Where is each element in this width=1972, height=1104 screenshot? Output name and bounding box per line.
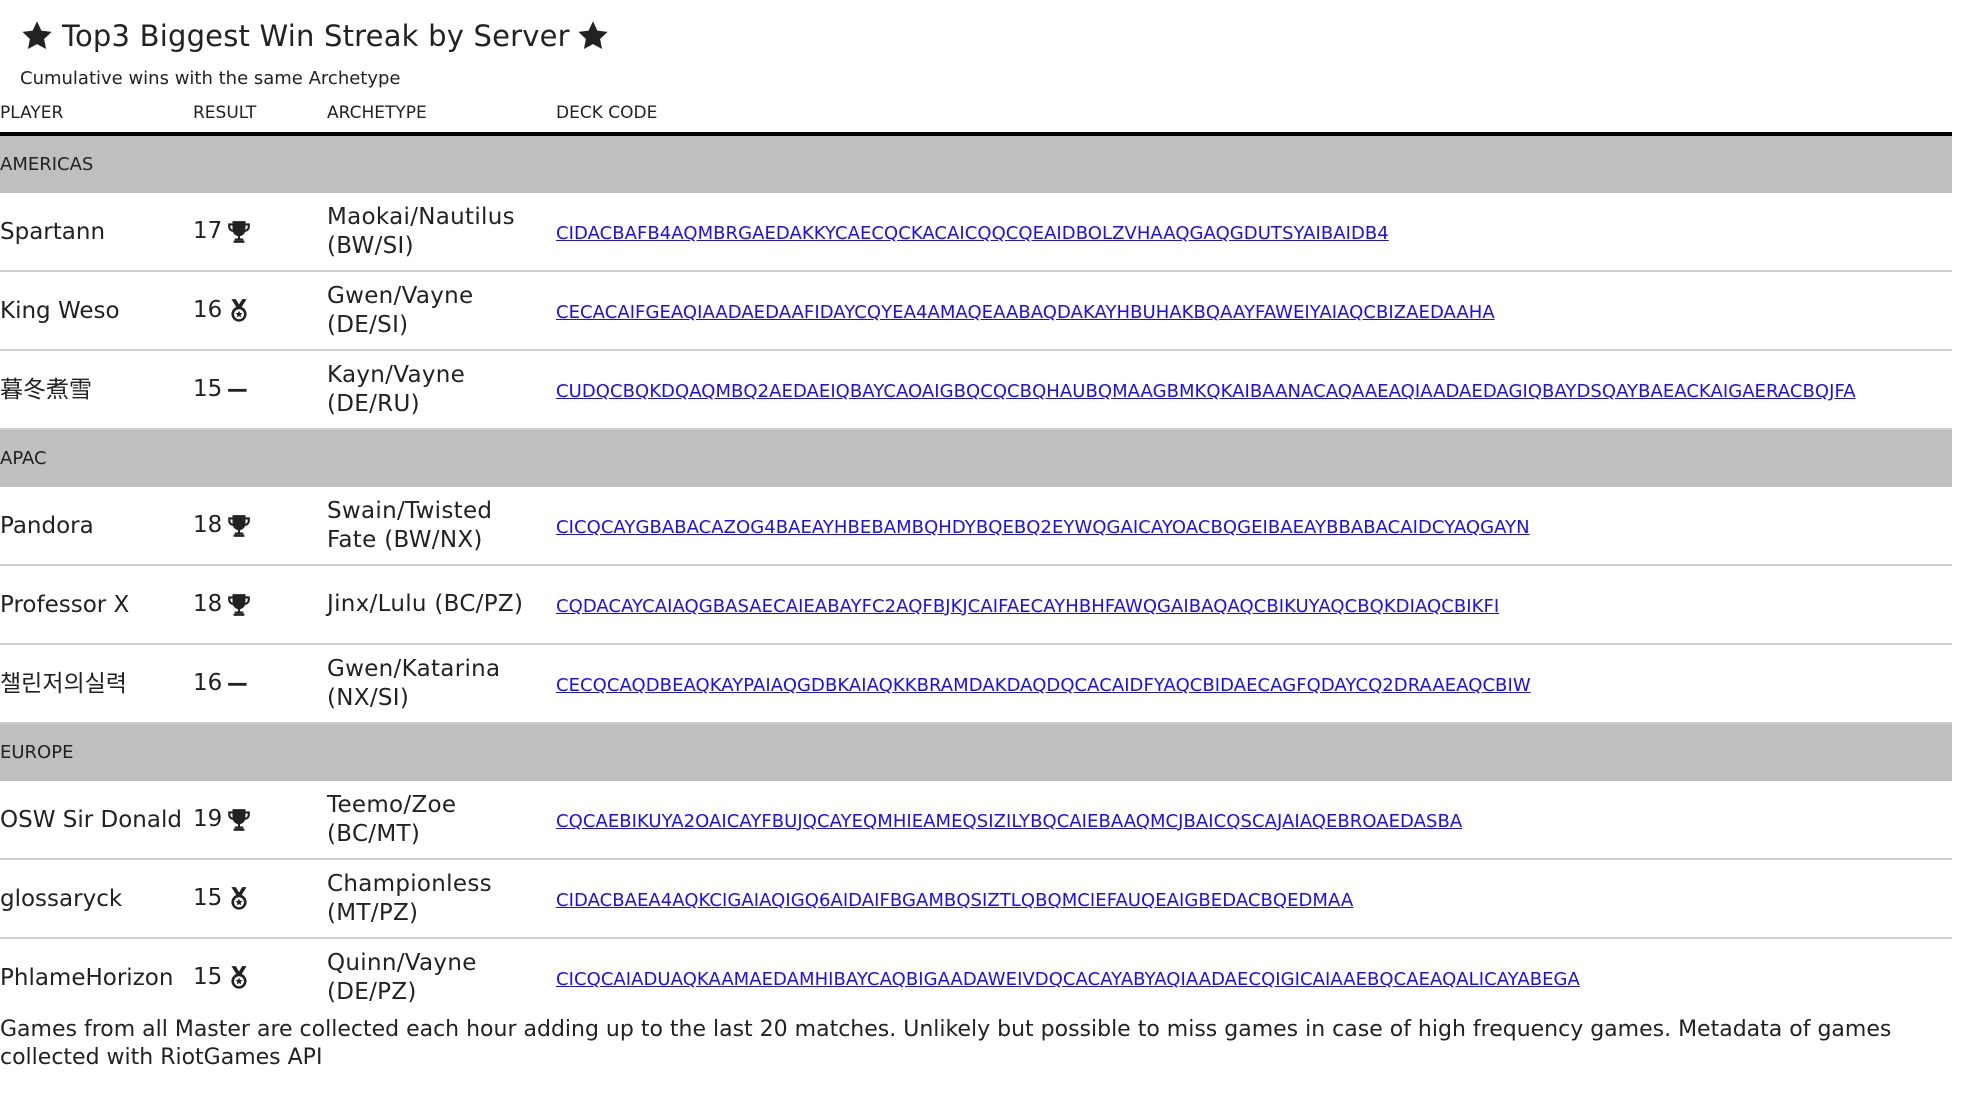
result-value: 16 — [193, 670, 223, 697]
result-cell: 19 — [183, 781, 317, 860]
deck-code-cell: CUDQCBQKDQAQMBQ2AEDAEIQBAYCAOAIGBQCQCBQH… — [546, 350, 1952, 430]
table-row: glossaryck 15 Championless (MT/PZ) CIDACBAE… — [0, 859, 1952, 939]
trophy-icon — [226, 219, 252, 245]
table-row: Spartann 17 Maokai/Nautilus (BW/SI) CIDACBA… — [0, 193, 1952, 272]
deck-code-link[interactable]: CIDACBAFB4AQMBRGAEDAKKYCAECQCKACAICQQCQE… — [556, 223, 1389, 244]
deck-code-link[interactable]: CECACAIFGEAQIAADAEDAAFIDAYCQYEA4AMAQEAAB… — [556, 302, 1495, 323]
deck-code-link[interactable]: CECQCAQDBEAQKAYPAIAQGDBKAIAQKKBRAMDAKDAQ… — [556, 675, 1531, 696]
player-name: 暮冬煮雪 — [0, 350, 183, 430]
archetype-name: Quinn/Vayne (DE/PZ) — [327, 949, 477, 1005]
win-streak-table: PLAYER RESULT ARCHETYPE DECK CODE AMERIC… — [0, 94, 1952, 1016]
server-name: APAC — [0, 429, 1952, 487]
server-section-row: EUROPE — [0, 723, 1952, 781]
deck-code-link[interactable]: CQDACAYCAIAQGBASAECAIEABAYFC2AQFBJKJCAIF… — [556, 596, 1499, 617]
server-name: AMERICAS — [0, 134, 1952, 193]
table-row: 暮冬煮雪 15 Kayn/Vayne (DE/RU) CUDQCBQKDQAQMBQ2… — [0, 350, 1952, 430]
medal-icon — [226, 298, 252, 324]
player-name: OSW Sir Donald — [0, 781, 183, 860]
server-name: EUROPE — [0, 723, 1952, 781]
deck-code-cell: CICQCAIADUAQKAAMAEDAMHIBAYCAQBIGAADAWEIV… — [546, 938, 1952, 1016]
result-cell: 16 — [183, 271, 317, 351]
table-row: King Weso 16 Gwen/Vayne (DE/SI) CECACAIFGEA… — [0, 271, 1952, 351]
column-header-archetype: ARCHETYPE — [317, 94, 546, 136]
result-value: 15 — [193, 885, 223, 912]
table-header-row: PLAYER RESULT ARCHETYPE DECK CODE — [0, 94, 1952, 136]
deck-code-cell: CQDACAYCAIAQGBASAECAIEABAYFC2AQFBJKJCAIF… — [546, 565, 1952, 645]
deck-code-cell: CIDACBAEA4AQKCIGAIAQIGQ6AIDAIFBGAMBQSIZT… — [546, 859, 1952, 939]
archetype-name: Kayn/Vayne (DE/RU) — [317, 350, 546, 430]
trophy-icon — [226, 807, 252, 833]
result-cell: 15 — [183, 859, 317, 939]
trophy-icon — [226, 592, 252, 618]
deck-code-cell: CQCAEBIKUYA2OAICAYFBUJQCAYEQMHIEAMEQSIZI… — [546, 781, 1952, 860]
result-cell: 15 — [183, 350, 317, 430]
player-name: Spartann — [0, 193, 183, 272]
server-section-row: APAC — [0, 429, 1952, 487]
dash-icon — [226, 377, 252, 403]
deck-code-link[interactable]: CICQCAYGBABACAZOG4BAEAYHBEBAMBQHDYBQEBQ2… — [556, 517, 1530, 538]
player-name: King Weso — [0, 271, 183, 351]
medal-icon — [226, 886, 252, 912]
player-name: 챌린저의실력 — [0, 644, 183, 724]
archetype-name: Championless (MT/PZ) — [317, 859, 546, 939]
archetype-name: Gwen/Vayne (DE/SI) — [317, 271, 546, 351]
page-subtitle: Cumulative wins with the same Archetype — [20, 68, 401, 89]
column-header-player: PLAYER — [0, 94, 183, 136]
result-value: 16 — [193, 297, 223, 324]
deck-code-link[interactable]: CICQCAIADUAQKAAMAEDAMHIBAYCAQBIGAADAWEIV… — [556, 969, 1580, 990]
deck-code-cell: CECQCAQDBEAQKAYPAIAQGDBKAIAQKKBRAMDAKDAQ… — [546, 644, 1952, 724]
result-cell: 18 — [183, 487, 317, 566]
archetype-name: Maokai/Nautilus (BW/SI) — [317, 193, 546, 272]
deck-code-cell: CICQCAYGBABACAZOG4BAEAYHBEBAMBQHDYBQEBQ2… — [546, 487, 1952, 566]
table-row: Pandora 18 Swain/Twisted Fate (BW/NX) CICQC… — [0, 487, 1952, 566]
column-header-result: RESULT — [183, 94, 317, 136]
result-cell: 15 — [183, 938, 317, 1016]
deck-code-link[interactable]: CIDACBAEA4AQKCIGAIAQIGQ6AIDAIFBGAMBQSIZT… — [556, 890, 1353, 911]
deck-code-link[interactable]: CQCAEBIKUYA2OAICAYFBUJQCAYEQMHIEAMEQSIZI… — [556, 811, 1462, 832]
player-name: Professor X — [0, 565, 183, 645]
result-value: 18 — [193, 591, 223, 618]
result-value: 19 — [193, 806, 223, 833]
deck-code-link[interactable]: CUDQCBQKDQAQMBQ2AEDAEIQBAYCAOAIGBQCQCBQH… — [556, 381, 1856, 402]
star-icon — [576, 19, 610, 53]
deck-code-cell: CIDACBAFB4AQMBRGAEDAKKYCAECQCKACAICQQCQE… — [546, 193, 1952, 272]
archetype-name: Teemo/Zoe (BC/MT) — [317, 781, 546, 860]
dash-icon — [226, 671, 252, 697]
page-title: Top3 Biggest Win Streak by Server — [20, 14, 1972, 58]
trophy-icon — [226, 513, 252, 539]
archetype-name: Swain/Twisted Fate (BW/NX) — [317, 487, 546, 566]
result-value: 18 — [193, 512, 223, 539]
result-value: 15 — [193, 964, 223, 991]
title-text: Top3 Biggest Win Streak by Server — [62, 19, 570, 53]
table-row: OSW Sir Donald 19 Teemo/Zoe (BC/MT) CQCAEBI… — [0, 781, 1952, 860]
footer-note: Games from all Master are collected each… — [0, 1017, 1892, 1070]
archetype-name: Gwen/Katarina (NX/SI) — [317, 644, 546, 724]
archetype-name: Jinx/Lulu (BC/PZ) — [317, 565, 546, 645]
medal-icon — [226, 965, 252, 991]
table-row: Professor X 18 Jinx/Lulu (BC/PZ) CQDACAYCAI… — [0, 565, 1952, 645]
result-cell: 18 — [183, 565, 317, 645]
page: Top3 Biggest Win Streak by Server Cumula… — [20, 14, 1972, 94]
star-icon — [20, 19, 54, 53]
table-row: PhlameHorizon 15 Quinn/Vayne (DE/PZ) CICQCA… — [0, 938, 1952, 1016]
player-name: Pandora — [0, 487, 183, 566]
result-value: 15 — [193, 376, 223, 403]
deck-code-cell: CECACAIFGEAQIAADAEDAAFIDAYCQYEA4AMAQEAAB… — [546, 271, 1952, 351]
column-header-deck-code: DECK CODE — [546, 94, 1952, 136]
table-row: 챌린저의실력 16 Gwen/Katarina (NX/SI) CECQCAQDBEA… — [0, 644, 1952, 724]
result-value: 17 — [193, 218, 223, 245]
server-section-row: AMERICAS — [0, 134, 1952, 193]
player-name: glossaryck — [0, 859, 183, 939]
result-cell: 17 — [183, 193, 317, 272]
player-name: PhlameHorizon — [0, 964, 174, 991]
result-cell: 16 — [183, 644, 317, 724]
